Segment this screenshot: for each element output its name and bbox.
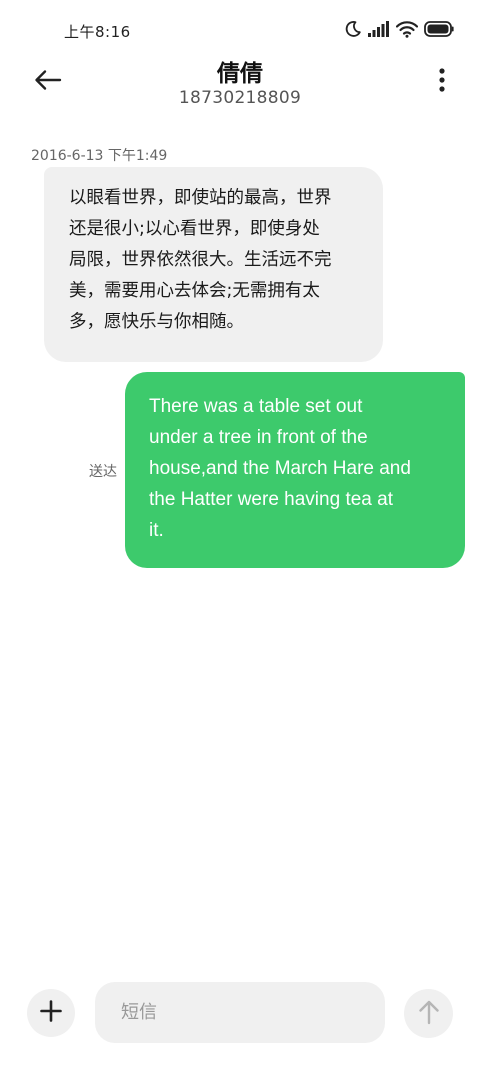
message-line: house,and the March Hare and — [149, 458, 411, 479]
moon-icon — [344, 20, 362, 38]
send-button[interactable] — [404, 989, 453, 1038]
status-icons — [344, 20, 454, 38]
message-timestamp: 2016-6-13 下午1:49 — [31, 148, 168, 164]
message-line: 局限，世界依然很大。生活远不完 — [69, 250, 332, 270]
message-line: the Hatter were having tea at — [149, 489, 393, 510]
arrow-up-icon — [418, 999, 440, 1029]
status-time: 上午8:16 — [64, 23, 131, 41]
messaging-screen: 上午8:16 倩倩 18730218809 2016-6-13 下午1:49 以… — [0, 0, 480, 1066]
outgoing-message-bubble[interactable]: There was a table set out under a tree i… — [125, 372, 465, 568]
contact-name: 倩倩 — [217, 61, 263, 87]
status-bar: 上午8:16 — [0, 0, 480, 60]
message-line: 美，需要用心去体会;无需拥有太 — [69, 281, 320, 301]
add-attachment-button[interactable] — [27, 989, 75, 1037]
message-line: it. — [149, 520, 164, 541]
plus-icon — [40, 1000, 62, 1026]
battery-icon — [424, 21, 454, 37]
message-line: under a tree in front of the — [149, 427, 368, 448]
signal-icon — [368, 21, 390, 37]
delivery-status: 送达 — [89, 464, 117, 480]
wifi-icon — [396, 20, 418, 38]
more-vertical-icon — [439, 68, 445, 96]
incoming-message-bubble[interactable]: 以眼看世界，即使站的最高，世界 还是很小;以心看世界，即使身处 局限，世界依然很… — [44, 167, 383, 362]
message-line: 以眼看世界，即使站的最高，世界 — [69, 188, 332, 208]
message-input[interactable] — [95, 982, 385, 1043]
more-options-button[interactable] — [430, 66, 454, 98]
message-line: 还是很小;以心看世界，即使身处 — [69, 219, 320, 239]
message-line: 多，愿快乐与你相随。 — [69, 312, 244, 332]
contact-number: 18730218809 — [178, 88, 302, 108]
message-composer — [0, 980, 480, 1046]
outgoing-message-row: 送达 There was a table set out under a tre… — [0, 372, 480, 568]
conversation-header: 倩倩 18730218809 — [0, 52, 480, 114]
message-line: There was a table set out — [149, 396, 363, 417]
